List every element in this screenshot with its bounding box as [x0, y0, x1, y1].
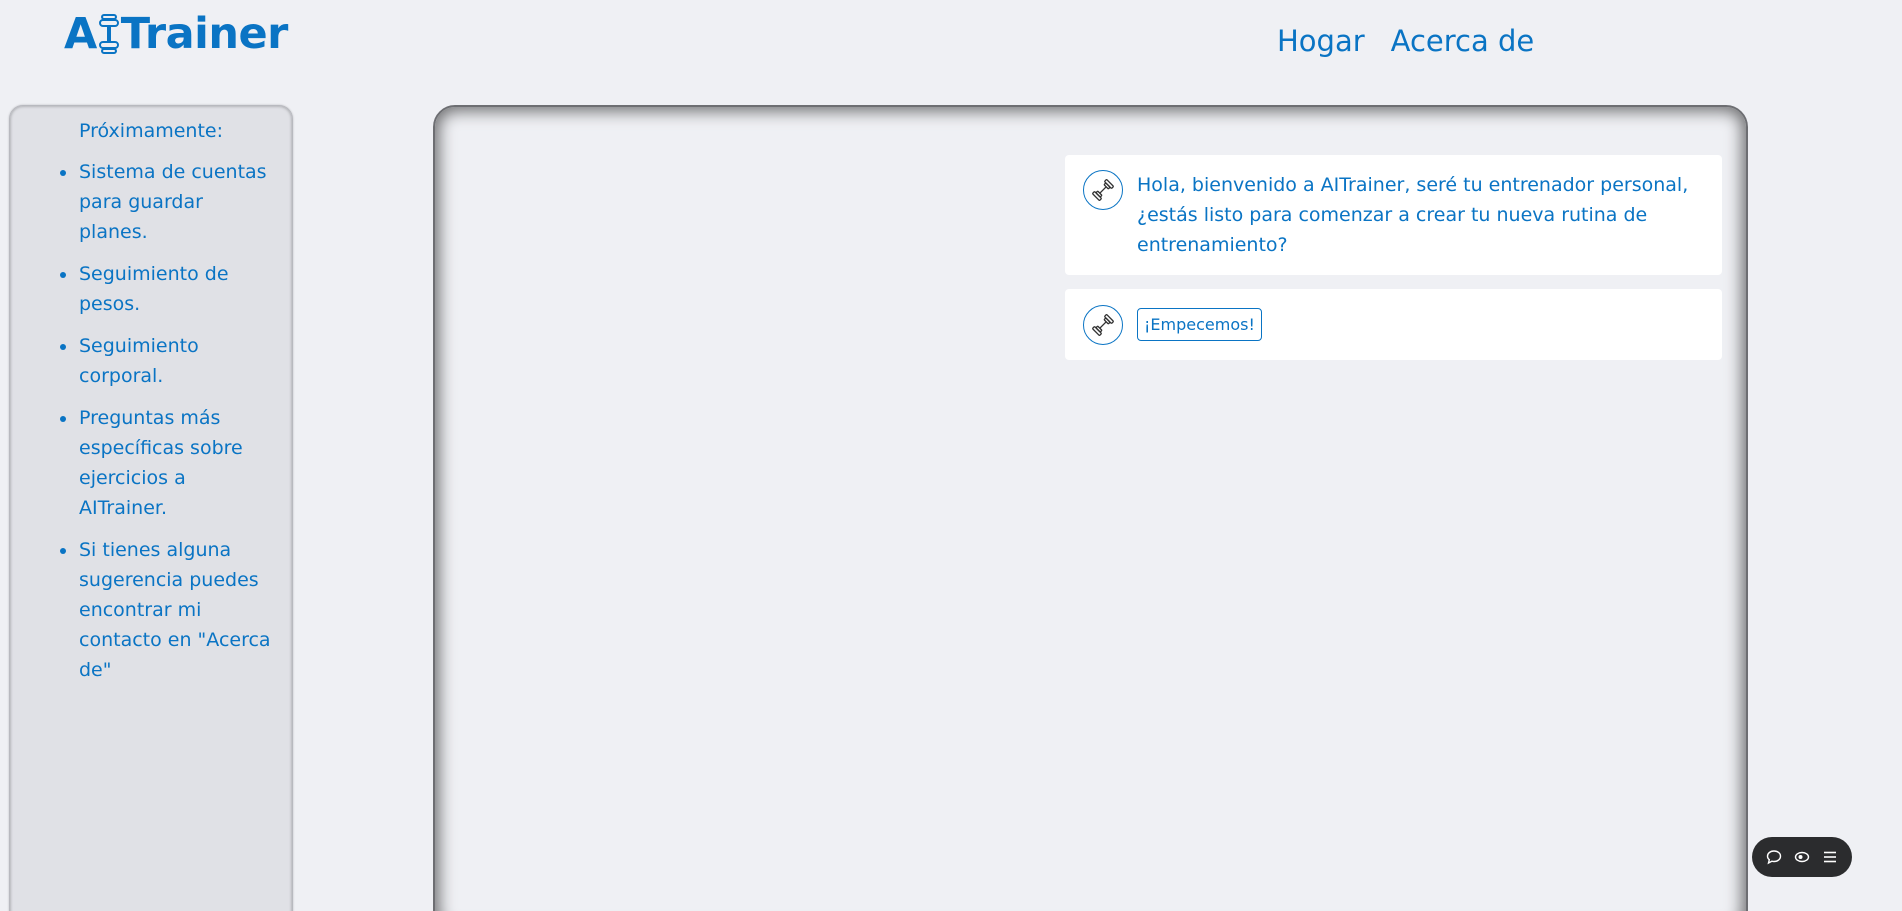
- list-item: Seguimiento de pesos.: [32, 259, 276, 319]
- floating-toolbar: [1752, 837, 1852, 877]
- start-button[interactable]: ¡Empecemos!: [1137, 308, 1262, 341]
- top-nav: Hogar Acerca de: [1277, 24, 1534, 58]
- dumbbell-icon: [1083, 304, 1123, 345]
- bot-message: Hola, bienvenido a AITrainer, seré tu en…: [1065, 155, 1722, 275]
- feature-list: Sistema de cuentas para guardar planes. …: [26, 157, 276, 685]
- eye-icon[interactable]: [1792, 847, 1812, 867]
- list-item: Preguntas más específicas sobre ejercici…: [32, 403, 276, 523]
- logo-suffix: Trainer: [120, 8, 289, 59]
- list-item: Si tienes alguna sugerencia puedes encon…: [32, 535, 276, 685]
- dumbbell-logo-icon: [98, 12, 120, 56]
- bot-message: ¡Empecemos!: [1065, 289, 1722, 360]
- page: A Trainer Hogar Acerca de Próximamente: …: [0, 0, 1902, 911]
- menu-icon[interactable]: [1820, 847, 1840, 867]
- app-logo[interactable]: A Trainer: [64, 12, 288, 56]
- list-item-label: Seguimiento corporal.: [79, 335, 199, 387]
- chat-bubble-icon[interactable]: [1764, 847, 1784, 867]
- nav-link-home[interactable]: Hogar: [1277, 24, 1365, 58]
- logo-prefix: A: [64, 8, 97, 59]
- sidebar-title: Próximamente:: [78, 120, 223, 142]
- list-item-label: Preguntas más específicas sobre ejercici…: [79, 407, 243, 519]
- bot-message-text: Hola, bienvenido a AITrainer, seré tu en…: [1137, 174, 1689, 256]
- list-item-label: Si tienes alguna sugerencia puedes encon…: [79, 539, 271, 681]
- dumbbell-icon: [1083, 170, 1123, 210]
- upcoming-features-sidebar: Próximamente: Sistema de cuentas para gu…: [9, 105, 293, 911]
- nav-link-about[interactable]: Acerca de: [1391, 24, 1535, 58]
- list-item-label: Sistema de cuentas para guardar planes.: [79, 161, 267, 243]
- list-item-label: Seguimiento de pesos.: [79, 263, 229, 315]
- list-item: Sistema de cuentas para guardar planes.: [32, 157, 276, 247]
- list-item: Seguimiento corporal.: [32, 331, 276, 391]
